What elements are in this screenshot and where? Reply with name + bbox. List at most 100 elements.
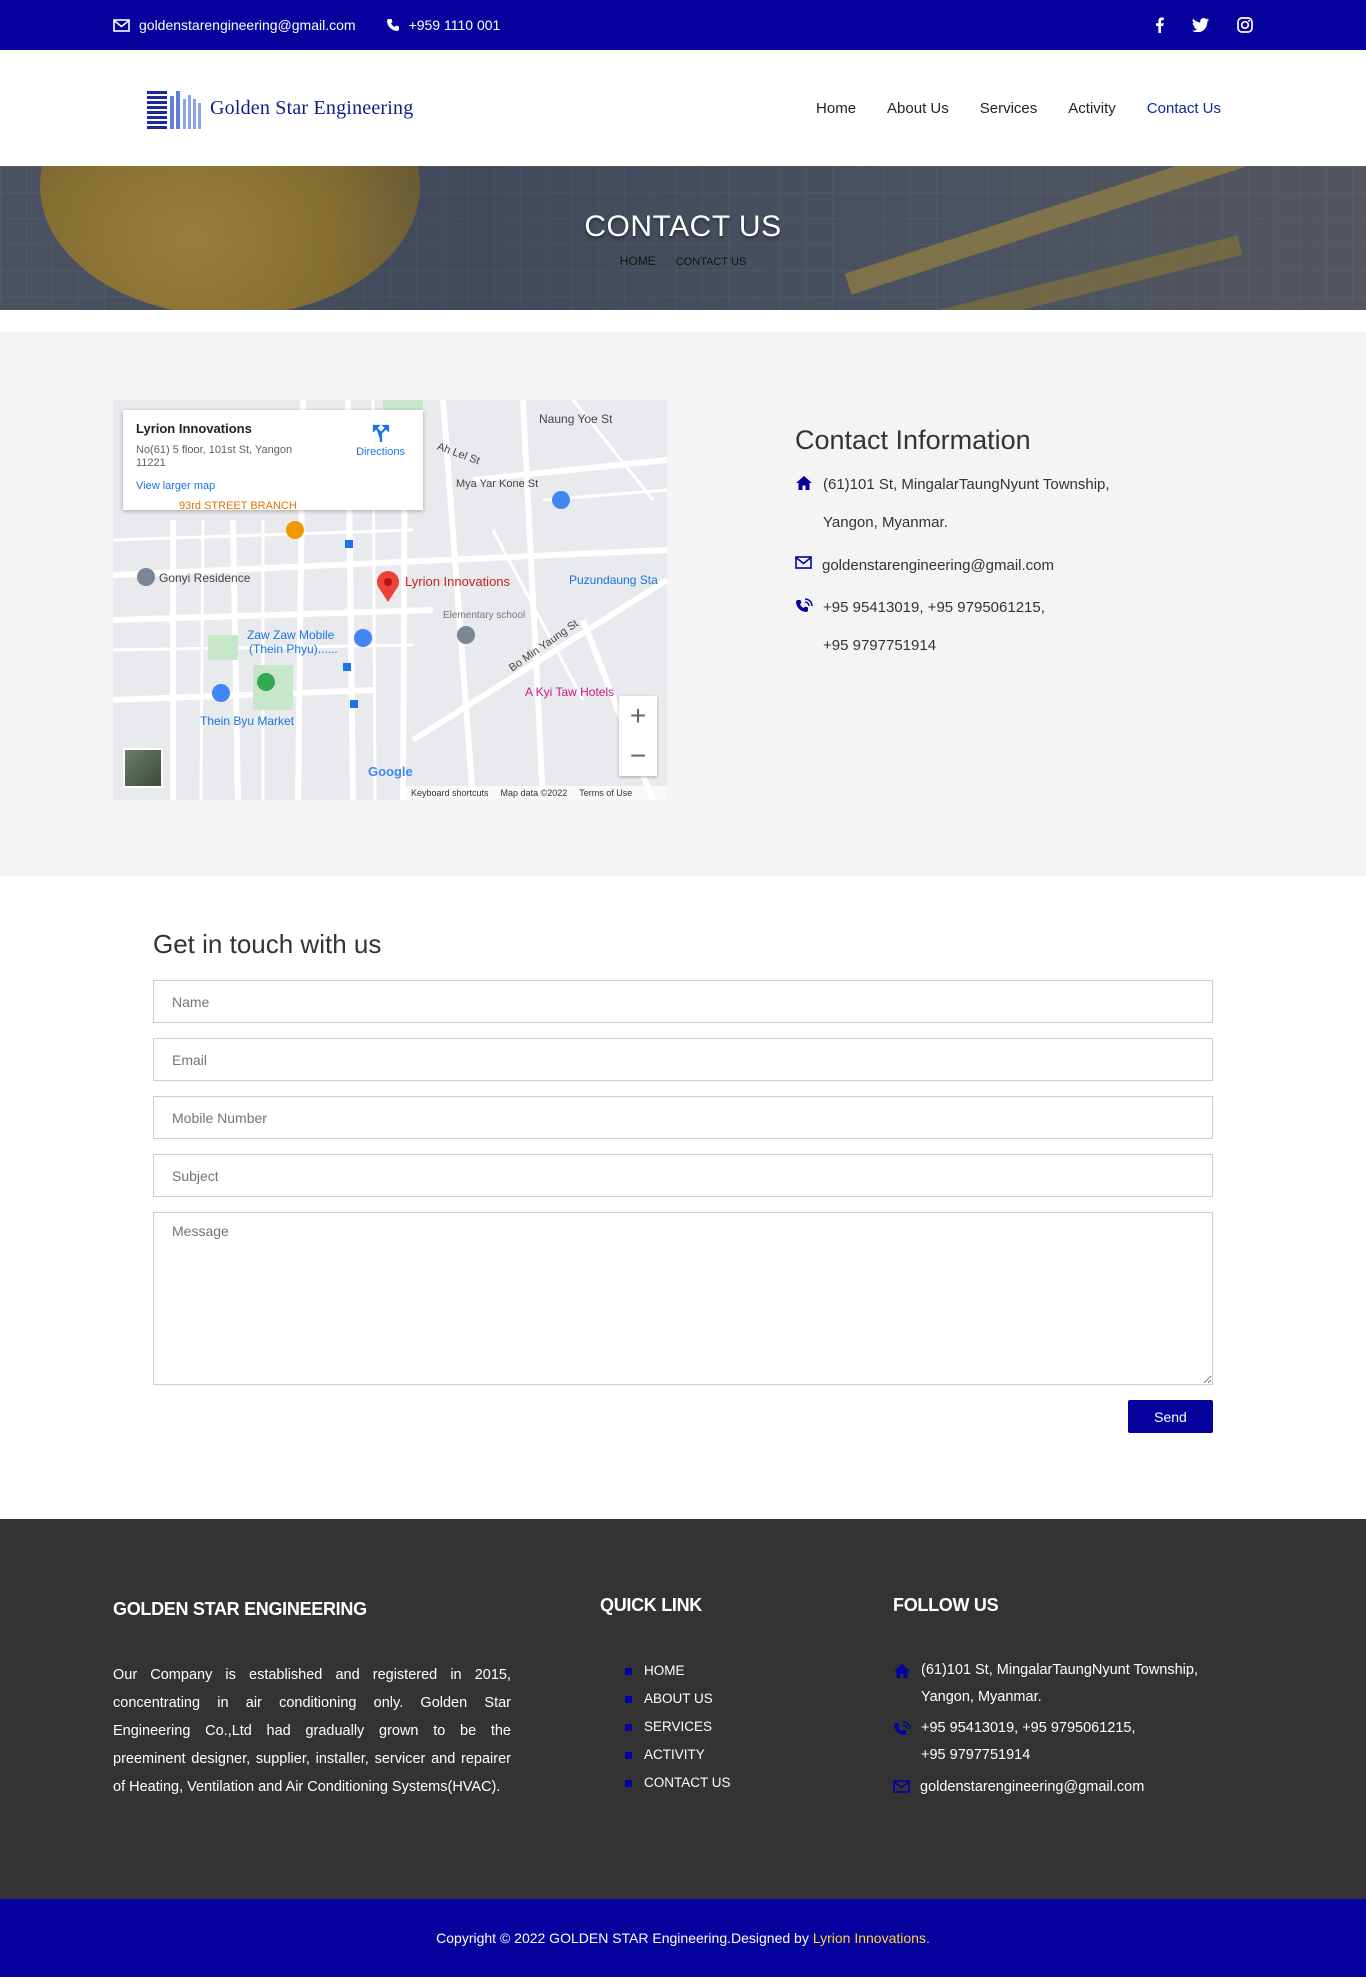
designer-link[interactable]: Lyrion Innovations.	[813, 1930, 930, 1946]
map-label-a-kyi-taw: A Kyi Taw Hotels	[525, 685, 615, 699]
nav-contact-us[interactable]: Contact Us	[1147, 100, 1221, 117]
envelope-icon	[795, 556, 812, 569]
footer-phone-line2: +95 9797751914	[921, 1747, 1031, 1763]
twitter-icon[interactable]	[1192, 18, 1209, 32]
footer-link-label: ACTIVITY	[644, 1747, 705, 1762]
contact-phone: +95 95413019, +95 9795061215, +95 979775…	[795, 598, 1110, 665]
square-bullet-icon	[625, 1695, 632, 1703]
footer-address: (61)101 St, MingalarTaungNyunt Township,…	[893, 1657, 1233, 1711]
footer-follow-title: FOLLOW US	[893, 1595, 999, 1615]
square-bullet-icon	[625, 1779, 632, 1787]
map-info-card: Lyrion Innovations No(61) 5 floor, 101st…	[123, 410, 423, 510]
copyright-text: Copyright © 2022 GOLDEN STAR Engineering…	[436, 1930, 809, 1946]
footer-email-text: goldenstarengineering@gmail.com	[920, 1779, 1145, 1795]
topbar-phone[interactable]: +959 1110 001	[386, 17, 500, 33]
nav-activity[interactable]: Activity	[1068, 100, 1116, 117]
contact-phone-line1: +95 95413019, +95 9795061215,	[823, 599, 1045, 616]
phone-volume-icon	[894, 1721, 911, 1735]
footer-follow-us: FOLLOW US (61)101 St, MingalarTaungNyunt…	[893, 1595, 1233, 1801]
breadcrumb-home[interactable]: HOME	[620, 254, 656, 268]
page-banner: CONTACT US HOME CONTACT US	[0, 166, 1366, 310]
view-larger-map-link[interactable]: View larger map	[136, 480, 410, 492]
map-terms-link[interactable]: Terms of Use	[579, 788, 632, 798]
logo-buildings-icon	[147, 91, 201, 129]
contact-address-line1: (61)101 St, MingalarTaungNyunt Township,	[823, 476, 1110, 493]
contact-phone-line2: +95 9797751914	[823, 637, 937, 654]
footer-link-activity[interactable]: ACTIVITY	[625, 1741, 731, 1769]
footer-phone-line1: +95 95413019, +95 9795061215,	[921, 1720, 1136, 1736]
map-directions-button[interactable]: Directions	[356, 423, 405, 458]
map-label-puzundaung: Puzundaung Sta	[569, 573, 658, 587]
map-zoom-controls: + −	[619, 696, 657, 776]
map-attribution: Keyboard shortcuts Map data ©2022 Terms …	[403, 786, 667, 800]
footer-link-label: ABOUT US	[644, 1691, 713, 1706]
directions-icon	[372, 424, 389, 442]
footer-about-text: Our Company is established and registere…	[113, 1667, 511, 1795]
contact-form-section: Get in touch with us Send	[0, 876, 1366, 1519]
footer-address-line2: Yangon, Myanmar.	[921, 1689, 1042, 1705]
map-zoom-in-button[interactable]: +	[619, 696, 657, 736]
footer-phone: +95 95413019, +95 9795061215, +95 979775…	[893, 1715, 1233, 1769]
directions-label: Directions	[356, 446, 405, 458]
contact-address: (61)101 St, MingalarTaungNyunt Township,…	[795, 475, 1110, 542]
map-satellite-toggle[interactable]	[123, 748, 163, 788]
footer-quick-links: QUICK LINK HOME ABOUT US SERVICES ACTIVI…	[600, 1595, 731, 1797]
footer-link-home[interactable]: HOME	[625, 1657, 731, 1685]
page-title: CONTACT US	[584, 210, 782, 243]
google-logo: Google	[368, 764, 413, 779]
site-header: Golden Star Engineering Home About Us Se…	[0, 50, 1366, 166]
map-keyboard-shortcuts[interactable]: Keyboard shortcuts	[411, 788, 489, 798]
map-label-mya-yar-kone: Mya Yar Kone St	[456, 478, 539, 490]
contact-info-heading: Contact Information	[795, 425, 1031, 455]
footer-link-label: SERVICES	[644, 1719, 713, 1734]
map-label-gonyi: Gonyi Residence	[159, 571, 251, 585]
map-data-credit: Map data ©2022	[500, 788, 568, 798]
footer-email[interactable]: goldenstarengineering@gmail.com	[893, 1774, 1233, 1801]
footer-link-label: CONTACT US	[644, 1775, 731, 1790]
subject-field[interactable]	[153, 1154, 1213, 1197]
instagram-icon[interactable]	[1237, 17, 1253, 33]
logo-text: Golden Star Engineering	[210, 96, 414, 119]
google-map[interactable]: Lyrion Innovations No(61) 5 floor, 101st…	[113, 400, 667, 800]
square-bullet-icon	[625, 1723, 632, 1731]
send-button[interactable]: Send	[1128, 1400, 1213, 1433]
phone-volume-icon	[796, 598, 813, 612]
contact-information: Contact Information (61)101 St, Mingalar…	[795, 425, 1110, 665]
site-logo[interactable]: Golden Star Engineering	[145, 87, 413, 129]
name-field[interactable]	[153, 980, 1213, 1023]
facebook-icon[interactable]	[1155, 17, 1164, 33]
map-place-address: No(61) 5 floor, 101st St, Yangon 11221	[136, 444, 293, 469]
map-marker-label[interactable]: Lyrion Innovations	[405, 574, 510, 589]
copyright-bar: Copyright © 2022 GOLDEN STAR Engineering…	[0, 1899, 1366, 1977]
map-label-street-branch: 93rd STREET BRANCH	[179, 500, 297, 512]
main-nav: Home About Us Services Activity Contact …	[816, 100, 1221, 117]
home-icon	[796, 476, 812, 490]
footer-link-contact-us[interactable]: CONTACT US	[625, 1769, 731, 1797]
mobile-number-field[interactable]	[153, 1096, 1213, 1139]
map-label-thein-phyu: (Thein Phyu)......	[249, 642, 338, 656]
email-field[interactable]	[153, 1038, 1213, 1081]
footer-link-label: HOME	[644, 1663, 685, 1678]
nav-services[interactable]: Services	[980, 100, 1038, 117]
square-bullet-icon	[625, 1751, 632, 1759]
map-label-elementary: Elementary school	[443, 610, 526, 621]
map-label-naung-yoe: Naung Yoe St	[539, 412, 613, 426]
social-links	[1155, 17, 1253, 33]
contact-section: Lyrion Innovations No(61) 5 floor, 101st…	[0, 332, 1366, 876]
nav-home[interactable]: Home	[816, 100, 856, 117]
map-label-thein-byu: Thein Byu Market	[200, 714, 295, 728]
message-field[interactable]	[153, 1212, 1213, 1385]
footer-about: GOLDEN STAR ENGINEERING Our Company is e…	[113, 1599, 511, 1801]
footer-link-services[interactable]: SERVICES	[625, 1713, 731, 1741]
top-bar: goldenstarengineering@gmail.com +959 111…	[0, 0, 1366, 50]
footer-link-about-us[interactable]: ABOUT US	[625, 1685, 731, 1713]
nav-about-us[interactable]: About Us	[887, 100, 949, 117]
home-icon	[894, 1664, 910, 1678]
breadcrumb-current: CONTACT US	[675, 256, 747, 268]
contact-email-text: goldenstarengineering@gmail.com	[822, 557, 1055, 574]
contact-email[interactable]: goldenstarengineering@gmail.com	[795, 556, 1110, 576]
map-zoom-out-button[interactable]: −	[619, 736, 657, 776]
envelope-icon	[113, 18, 130, 32]
topbar-email[interactable]: goldenstarengineering@gmail.com	[113, 17, 356, 33]
breadcrumb: HOME CONTACT US	[0, 254, 1366, 268]
